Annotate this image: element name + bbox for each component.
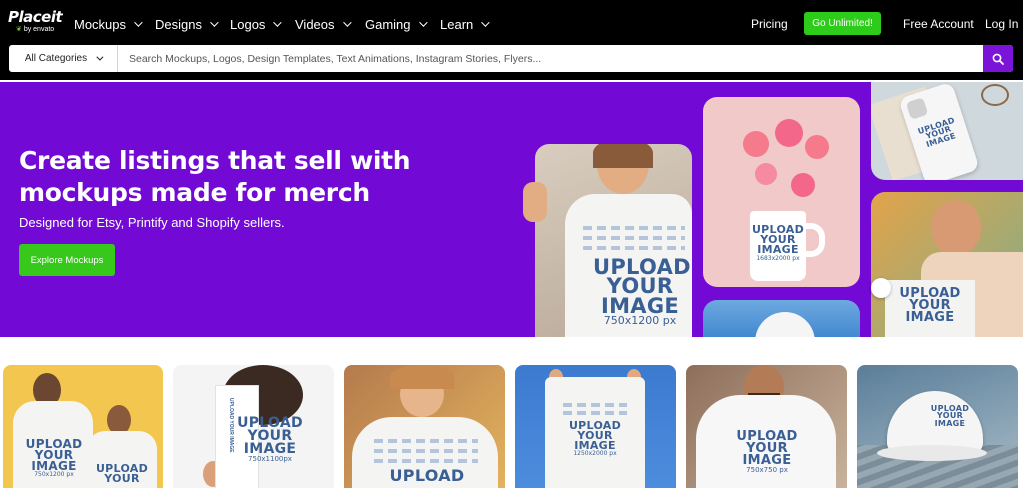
nav-gaming-label: Gaming <box>365 16 411 32</box>
dash-row <box>563 403 627 407</box>
peace-hand <box>523 182 547 222</box>
free-account-link[interactable]: Free Account <box>903 17 974 31</box>
upload-placeholder: UPLOAD YOUR IMAGE 1683x2000 px <box>750 224 806 263</box>
upload-placeholder: UPLOAD <box>382 466 472 485</box>
upload-line: YOUR <box>104 472 140 486</box>
dash-row <box>374 459 478 463</box>
nav-learn-label: Learn <box>440 16 474 32</box>
upload-line: IMAGE <box>757 243 799 257</box>
tshirt-mockup-tile[interactable]: UPLOAD YOUR IMAGE 750x1200 px <box>535 144 692 337</box>
dash-row <box>583 226 685 230</box>
top-navbar: Placeit ❦ by envato Mockups Designs Logo… <box>0 0 1023 80</box>
login-link[interactable]: Log In <box>985 17 1018 31</box>
upload-dims: 750x1200 px <box>34 471 74 479</box>
mockup-card-5[interactable]: UPLOAD YOUR IMAGE 750x750 px <box>686 365 847 488</box>
mug-mockup-tile[interactable]: UPLOAD YOUR IMAGE 1683x2000 px <box>703 97 860 287</box>
upload-placeholder: UPLOAD YOUR IMAGE 750x1100px <box>235 416 305 462</box>
nav-videos-label: Videos <box>295 16 335 32</box>
mockup-card-4[interactable]: UPLOAD YOUR IMAGE 1250x2000 px <box>515 365 676 488</box>
search-icon <box>992 53 1004 65</box>
search-button[interactable] <box>983 45 1013 72</box>
nav-learn[interactable]: Learn <box>440 15 490 33</box>
flower <box>743 131 769 157</box>
category-select[interactable]: All Categories <box>9 45 118 72</box>
upload-placeholder: UPLOAD YOUR IMAGE 750x1200 px <box>19 438 89 479</box>
flower <box>755 163 777 185</box>
search-bar: All Categories <box>9 45 1013 72</box>
logo-brand-text: Placeit <box>8 8 63 26</box>
upload-dims: 1250x2000 px <box>573 450 617 458</box>
model-hair <box>593 144 653 168</box>
upload-line: UPLOAD <box>389 466 465 485</box>
glasses-graphic <box>981 84 1009 106</box>
chevron-down-icon <box>273 18 283 27</box>
dash-row <box>374 449 478 453</box>
upload-placeholder: UPLOAD YOUR IMAGE 750x750 px <box>722 430 812 474</box>
cap-graphic <box>755 312 815 337</box>
cap-brim <box>877 445 987 461</box>
go-unlimited-button[interactable]: Go Unlimited! <box>804 12 881 35</box>
category-select-label: All Categories <box>24 53 88 64</box>
mockup-card-1[interactable]: UPLOAD YOUR IMAGE 750x1200 px UPLOAD YOUR <box>3 365 163 488</box>
model-hair <box>390 365 454 389</box>
dash-row <box>583 236 685 240</box>
pricing-link[interactable]: Pricing <box>751 17 788 31</box>
upload-dims: 750x750 px <box>746 465 788 474</box>
explore-mockups-button[interactable]: Explore Mockups <box>19 244 115 276</box>
upload-line: IMAGE <box>905 309 955 325</box>
camera-bump <box>905 97 929 120</box>
nav-gaming[interactable]: Gaming <box>365 15 428 33</box>
nav-mockups[interactable]: Mockups <box>74 15 143 33</box>
dash-row <box>374 439 478 443</box>
flower <box>775 119 803 147</box>
chevron-down-icon <box>342 18 352 27</box>
chevron-down-icon <box>418 18 428 27</box>
upload-placeholder: UPLOAD YOUR IMAGE 750x1200 px <box>593 257 691 327</box>
chevron-down-icon <box>134 18 143 27</box>
mockup-card-3[interactable]: UPLOAD <box>344 365 505 488</box>
hero-banner: Create listings that sell with mockups m… <box>0 82 1023 337</box>
nav-logos-label: Logos <box>230 16 266 32</box>
nav-designs[interactable]: Designs <box>155 15 219 33</box>
nav-videos[interactable]: Videos <box>295 15 352 33</box>
upload-placeholder: UPLOAD YOUR IMAGE <box>893 287 967 325</box>
nav-designs-label: Designs <box>155 16 202 32</box>
logo-byline-text: by envato <box>23 26 55 33</box>
tote-mockup-tile[interactable]: UPLOAD YOUR IMAGE <box>871 192 1023 337</box>
search-input[interactable] <box>119 45 991 72</box>
phone-case-mockup-tile[interactable]: UPLOAD YOUR IMAGE <box>871 82 1023 180</box>
upload-placeholder: UPLOAD YOUR IMAGE <box>927 405 973 428</box>
flower <box>791 173 815 197</box>
placeit-logo[interactable]: Placeit ❦ by envato <box>8 9 68 37</box>
envato-leaf-icon: ❦ <box>16 26 22 33</box>
chevron-down-icon <box>481 18 490 27</box>
upload-line: IMAGE <box>934 418 966 428</box>
upload-dims: 750x1200 px <box>603 313 677 327</box>
chevron-down-icon <box>96 53 104 61</box>
flowers-graphic <box>733 111 829 211</box>
dash-row <box>583 246 685 250</box>
hero-subtitle: Designed for Etsy, Printify and Shopify … <box>19 215 285 230</box>
upload-placeholder: UPLOAD YOUR IMAGE 1250x2000 px <box>563 420 627 458</box>
mockup-card-6[interactable]: UPLOAD YOUR IMAGE <box>857 365 1018 488</box>
nav-mockups-label: Mockups <box>74 16 127 32</box>
dash-row <box>563 411 627 415</box>
nav-logos[interactable]: Logos <box>230 15 283 33</box>
model-face <box>931 200 981 256</box>
upload-spine-text: UPLOAD YOUR IMAGE <box>228 398 234 453</box>
hero-title: Create listings that sell with mockups m… <box>19 146 411 207</box>
upload-placeholder: UPLOAD YOUR <box>93 463 151 486</box>
carousel-nav-dot[interactable] <box>871 278 891 298</box>
logo-byline: ❦ by envato <box>16 25 68 34</box>
upload-dims: 1683x2000 px <box>756 255 800 263</box>
mockup-card-2[interactable]: UPLOAD YOUR IMAGE UPLOAD YOUR IMAGE 750x11… <box>173 365 334 488</box>
upload-placeholder: UPLOAD YOUR IMAGE <box>912 115 964 151</box>
chevron-down-icon <box>210 18 219 27</box>
tote-bag-graphic: UPLOAD YOUR IMAGE <box>885 280 975 337</box>
cap-mockup-tile[interactable] <box>703 300 860 337</box>
flower <box>805 135 829 159</box>
